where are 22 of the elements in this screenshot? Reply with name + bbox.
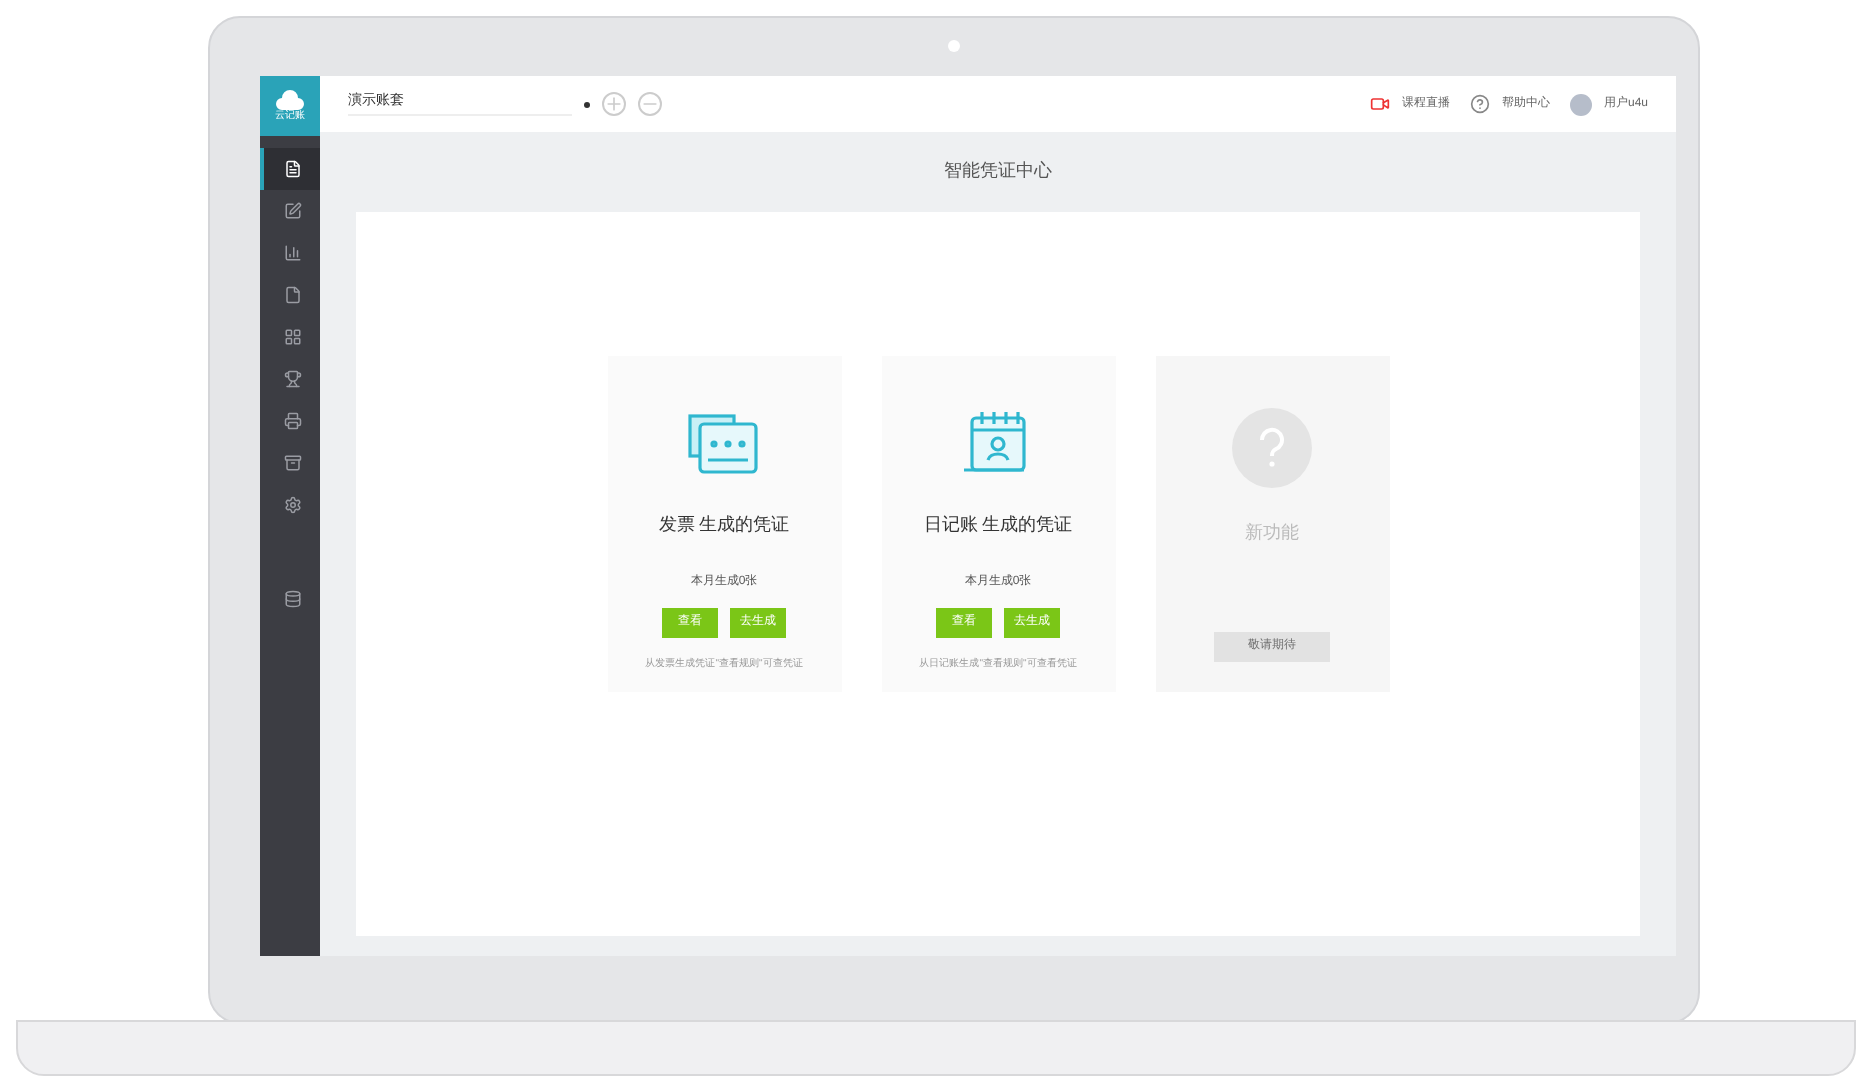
avatar[interactable] [1569, 93, 1592, 115]
video-icon [1369, 94, 1390, 114]
ticket-icon [684, 408, 764, 480]
trophy-icon [283, 370, 301, 388]
sidebar-item[interactable] [260, 148, 320, 190]
chart-icon [283, 244, 301, 262]
document-icon [283, 160, 301, 178]
question-mark-icon [1232, 408, 1312, 488]
archive-icon [283, 454, 301, 472]
help-icon [1469, 94, 1490, 114]
settings-icon [283, 496, 301, 514]
cloud-icon [276, 90, 304, 112]
card-title: 发票 生成的凭证 [658, 512, 790, 538]
page-title: 智能凭证中心 [942, 158, 1054, 185]
file-icon [283, 286, 301, 304]
card-title: 日记账 生成的凭证 [923, 512, 1073, 538]
grid-icon [283, 328, 301, 346]
dropdown-icon [584, 101, 590, 107]
database-icon [283, 590, 301, 608]
card-title: 新功能 [1245, 520, 1299, 546]
printer-icon [283, 412, 301, 430]
edit-icon [283, 202, 301, 220]
